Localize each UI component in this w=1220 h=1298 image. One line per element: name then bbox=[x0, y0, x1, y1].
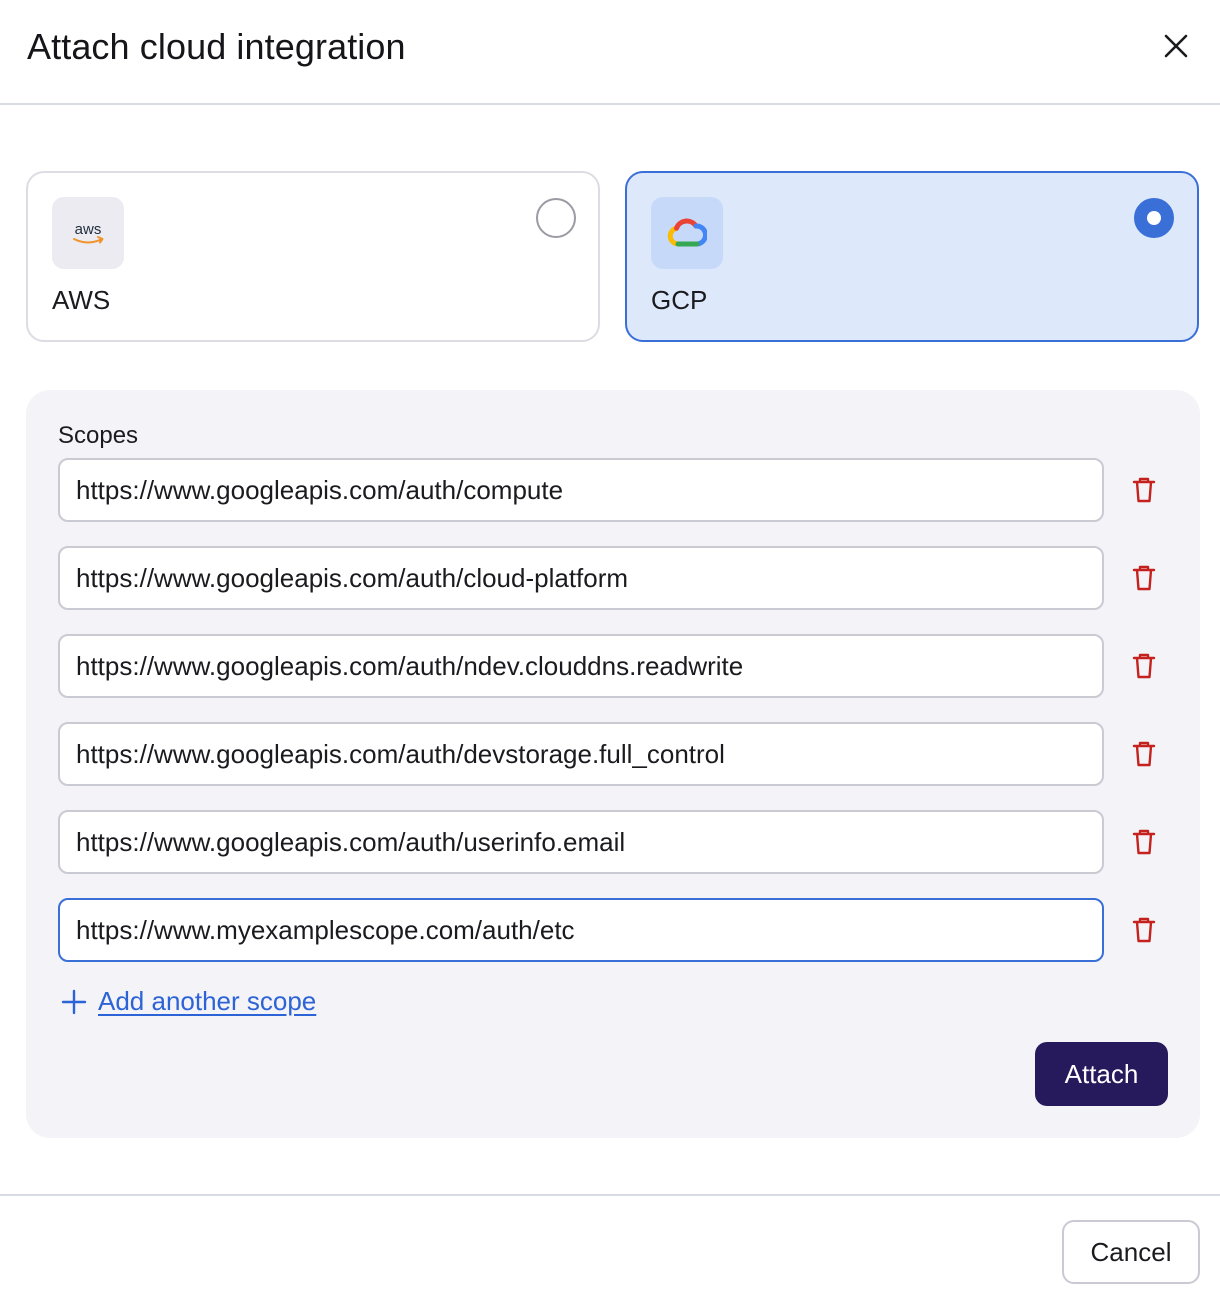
footer-divider bbox=[0, 1194, 1220, 1196]
aws-logo-icon: aws bbox=[52, 197, 124, 269]
delete-scope-button[interactable] bbox=[1128, 914, 1160, 946]
provider-label-aws: AWS bbox=[52, 285, 111, 315]
radio-aws[interactable] bbox=[536, 198, 576, 238]
aws-logo-text: aws bbox=[75, 221, 102, 238]
scope-row bbox=[58, 634, 1178, 698]
provider-label-gcp: GCP bbox=[651, 285, 708, 315]
trash-icon bbox=[1132, 565, 1156, 591]
trash-icon bbox=[1132, 917, 1156, 943]
scope-input[interactable] bbox=[58, 810, 1104, 874]
dialog-title: Attach cloud integration bbox=[27, 26, 406, 67]
scope-input[interactable] bbox=[58, 898, 1104, 962]
scope-input[interactable] bbox=[58, 722, 1104, 786]
scope-row bbox=[58, 898, 1178, 962]
scope-row bbox=[58, 546, 1178, 610]
scope-row bbox=[58, 722, 1178, 786]
provider-card-gcp[interactable]: GCP bbox=[625, 171, 1199, 342]
scopes-panel: Scopes https://www.googleapis.com/auth/c… bbox=[26, 390, 1200, 1138]
dialog-header: Attach cloud integration bbox=[0, 0, 1220, 105]
trash-icon bbox=[1132, 829, 1156, 855]
delete-scope-button[interactable] bbox=[1128, 562, 1160, 594]
trash-icon bbox=[1132, 741, 1156, 767]
trash-icon bbox=[1132, 477, 1156, 503]
scope-input[interactable] bbox=[58, 458, 1104, 522]
scope-row bbox=[58, 458, 1178, 522]
delete-scope-button[interactable] bbox=[1128, 738, 1160, 770]
radio-gcp[interactable] bbox=[1134, 198, 1174, 238]
plus-icon bbox=[60, 988, 88, 1016]
provider-card-aws[interactable]: aws AWS bbox=[26, 171, 600, 342]
trash-icon bbox=[1132, 653, 1156, 679]
delete-scope-button[interactable] bbox=[1128, 474, 1160, 506]
scopes-label: Scopes bbox=[58, 422, 139, 449]
scope-input[interactable] bbox=[58, 546, 1104, 610]
add-scope-link[interactable]: Add another scope bbox=[98, 986, 316, 1017]
attach-button[interactable]: Attach bbox=[1035, 1042, 1168, 1106]
delete-scope-button[interactable] bbox=[1128, 826, 1160, 858]
scope-input[interactable] bbox=[58, 634, 1104, 698]
close-button[interactable] bbox=[1156, 26, 1196, 66]
cancel-button[interactable]: Cancel bbox=[1062, 1220, 1200, 1284]
google-cloud-logo-icon bbox=[651, 197, 723, 269]
scope-row bbox=[58, 810, 1178, 874]
close-icon bbox=[1164, 34, 1188, 58]
delete-scope-button[interactable] bbox=[1128, 650, 1160, 682]
add-scope-button[interactable]: Add another scope bbox=[60, 986, 316, 1017]
